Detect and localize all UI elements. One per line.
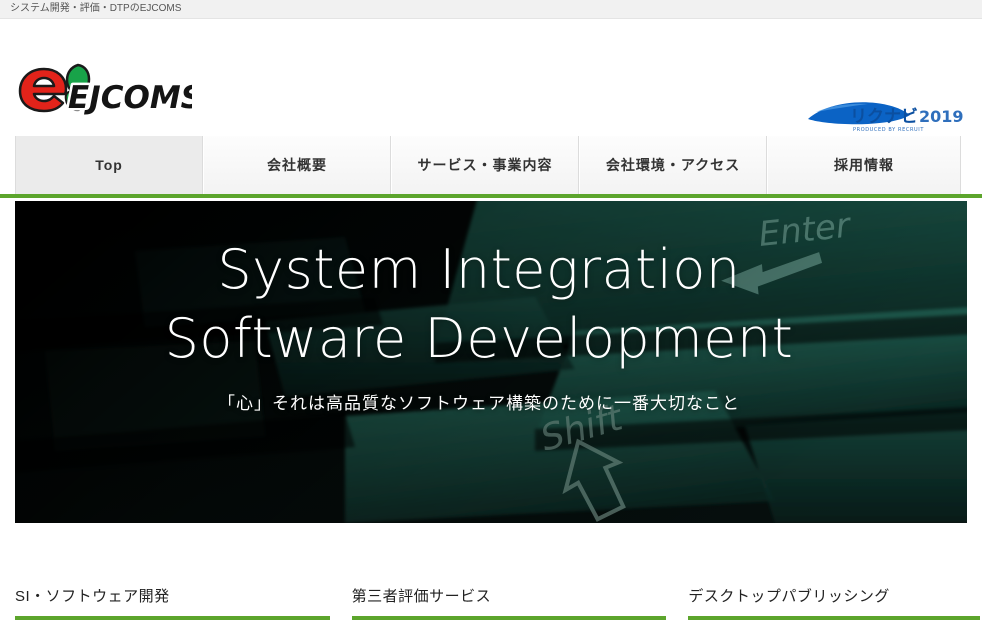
service-title: デスクトップパブリッシング bbox=[688, 585, 980, 616]
main-navigation: Top 会社概要 サービス・事業内容 会社環境・アクセス 採用情報 bbox=[0, 136, 982, 198]
service-title: 第三者評価サービス bbox=[352, 585, 667, 616]
ejcoms-logo-icon: EJCOMS EJCOMS bbox=[16, 61, 192, 115]
nav-item-company-profile[interactable]: 会社概要 bbox=[203, 136, 391, 194]
site-tagline: システム開発・評価・DTPのEJCOMS bbox=[0, 0, 181, 18]
service-column-third-party-eval[interactable]: 第三者評価サービス bbox=[352, 585, 667, 620]
hero-copy: System Integration Software Development … bbox=[15, 235, 967, 414]
hero-headline-line1: System Integration bbox=[15, 235, 943, 304]
nav-item-label: サービス・事業内容 bbox=[418, 155, 553, 175]
rikunabi-logo-icon: リクナビ 2019 PRODUCED BY RECRUIT bbox=[806, 97, 972, 137]
service-underline bbox=[352, 616, 667, 620]
service-column-dtp[interactable]: デスクトップパブリッシング bbox=[688, 585, 980, 620]
nav-item-recruit[interactable]: 採用情報 bbox=[767, 136, 961, 194]
hero-headline-line2: Software Development bbox=[15, 304, 943, 373]
hero-subtitle: 「心」それは高品質なソフトウェア構築のために一番大切なこと bbox=[15, 389, 943, 414]
rikunabi-produced-by-text: PRODUCED BY RECRUIT bbox=[853, 127, 924, 133]
top-utility-bar: システム開発・評価・DTPのEJCOMS bbox=[0, 0, 982, 19]
rikunabi-brand-text: リクナビ bbox=[850, 107, 918, 127]
service-underline bbox=[15, 616, 330, 620]
nav-item-access[interactable]: 会社環境・アクセス bbox=[579, 136, 767, 194]
svg-text:EJCOMS: EJCOMS bbox=[68, 80, 192, 115]
service-underline bbox=[688, 616, 980, 620]
service-columns: SI・ソフトウェア開発 第三者評価サービス デスクトップパブリッシング bbox=[15, 585, 980, 620]
nav-item-label: 会社環境・アクセス bbox=[606, 155, 740, 175]
hero-banner[interactable]: Enter Shift System Integration Software … bbox=[15, 201, 967, 523]
site-header: EJCOMS EJCOMS リクナビ 2019 PRODUCED BY RECR… bbox=[0, 19, 982, 136]
service-column-si-software[interactable]: SI・ソフトウェア開発 bbox=[15, 585, 330, 620]
ejcoms-logo[interactable]: EJCOMS EJCOMS bbox=[16, 61, 192, 115]
nav-item-label: 会社概要 bbox=[267, 155, 327, 175]
nav-item-label: Top bbox=[95, 157, 123, 173]
nav-item-top[interactable]: Top bbox=[15, 136, 203, 194]
page-root: システム開発・評価・DTPのEJCOMS EJCOMS EJCOMS bbox=[0, 0, 982, 640]
service-title: SI・ソフトウェア開発 bbox=[15, 585, 330, 616]
rikunabi-year-text: 2019 bbox=[919, 107, 964, 126]
nav-item-services[interactable]: サービス・事業内容 bbox=[391, 136, 579, 194]
rikunabi-partner-logo[interactable]: リクナビ 2019 PRODUCED BY RECRUIT bbox=[806, 97, 972, 137]
nav-item-label: 採用情報 bbox=[834, 155, 894, 175]
